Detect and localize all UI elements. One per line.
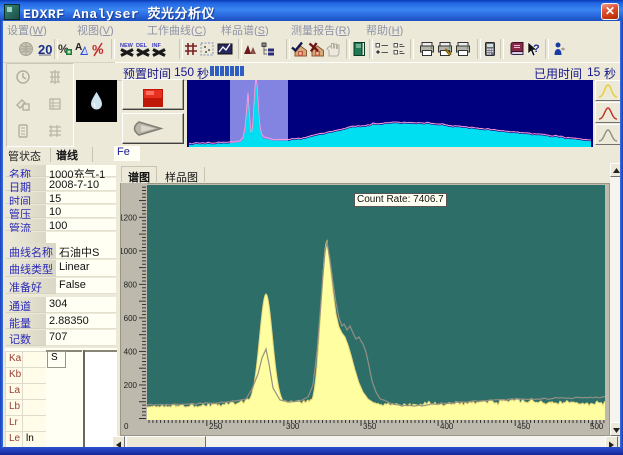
svg-text:350: 350	[363, 422, 377, 431]
svg-text:0: 0	[124, 422, 129, 431]
svg-text:1000: 1000	[121, 247, 138, 256]
svg-text:INF: INF	[152, 43, 162, 49]
svg-text:1200: 1200	[121, 214, 138, 223]
svg-text:400: 400	[440, 422, 454, 431]
svg-text:250: 250	[209, 422, 223, 431]
svg-text:A: A	[75, 42, 82, 53]
svg-text:600: 600	[124, 314, 138, 323]
svg-text:450: 450	[517, 422, 531, 431]
svg-text:NEW: NEW	[120, 43, 134, 49]
svg-text:?: ?	[533, 43, 540, 55]
svg-text:500: 500	[590, 422, 604, 431]
svg-text:300: 300	[286, 422, 300, 431]
svg-text:400: 400	[124, 348, 138, 357]
svg-text:800: 800	[124, 281, 138, 290]
svg-text:200: 200	[124, 381, 138, 390]
